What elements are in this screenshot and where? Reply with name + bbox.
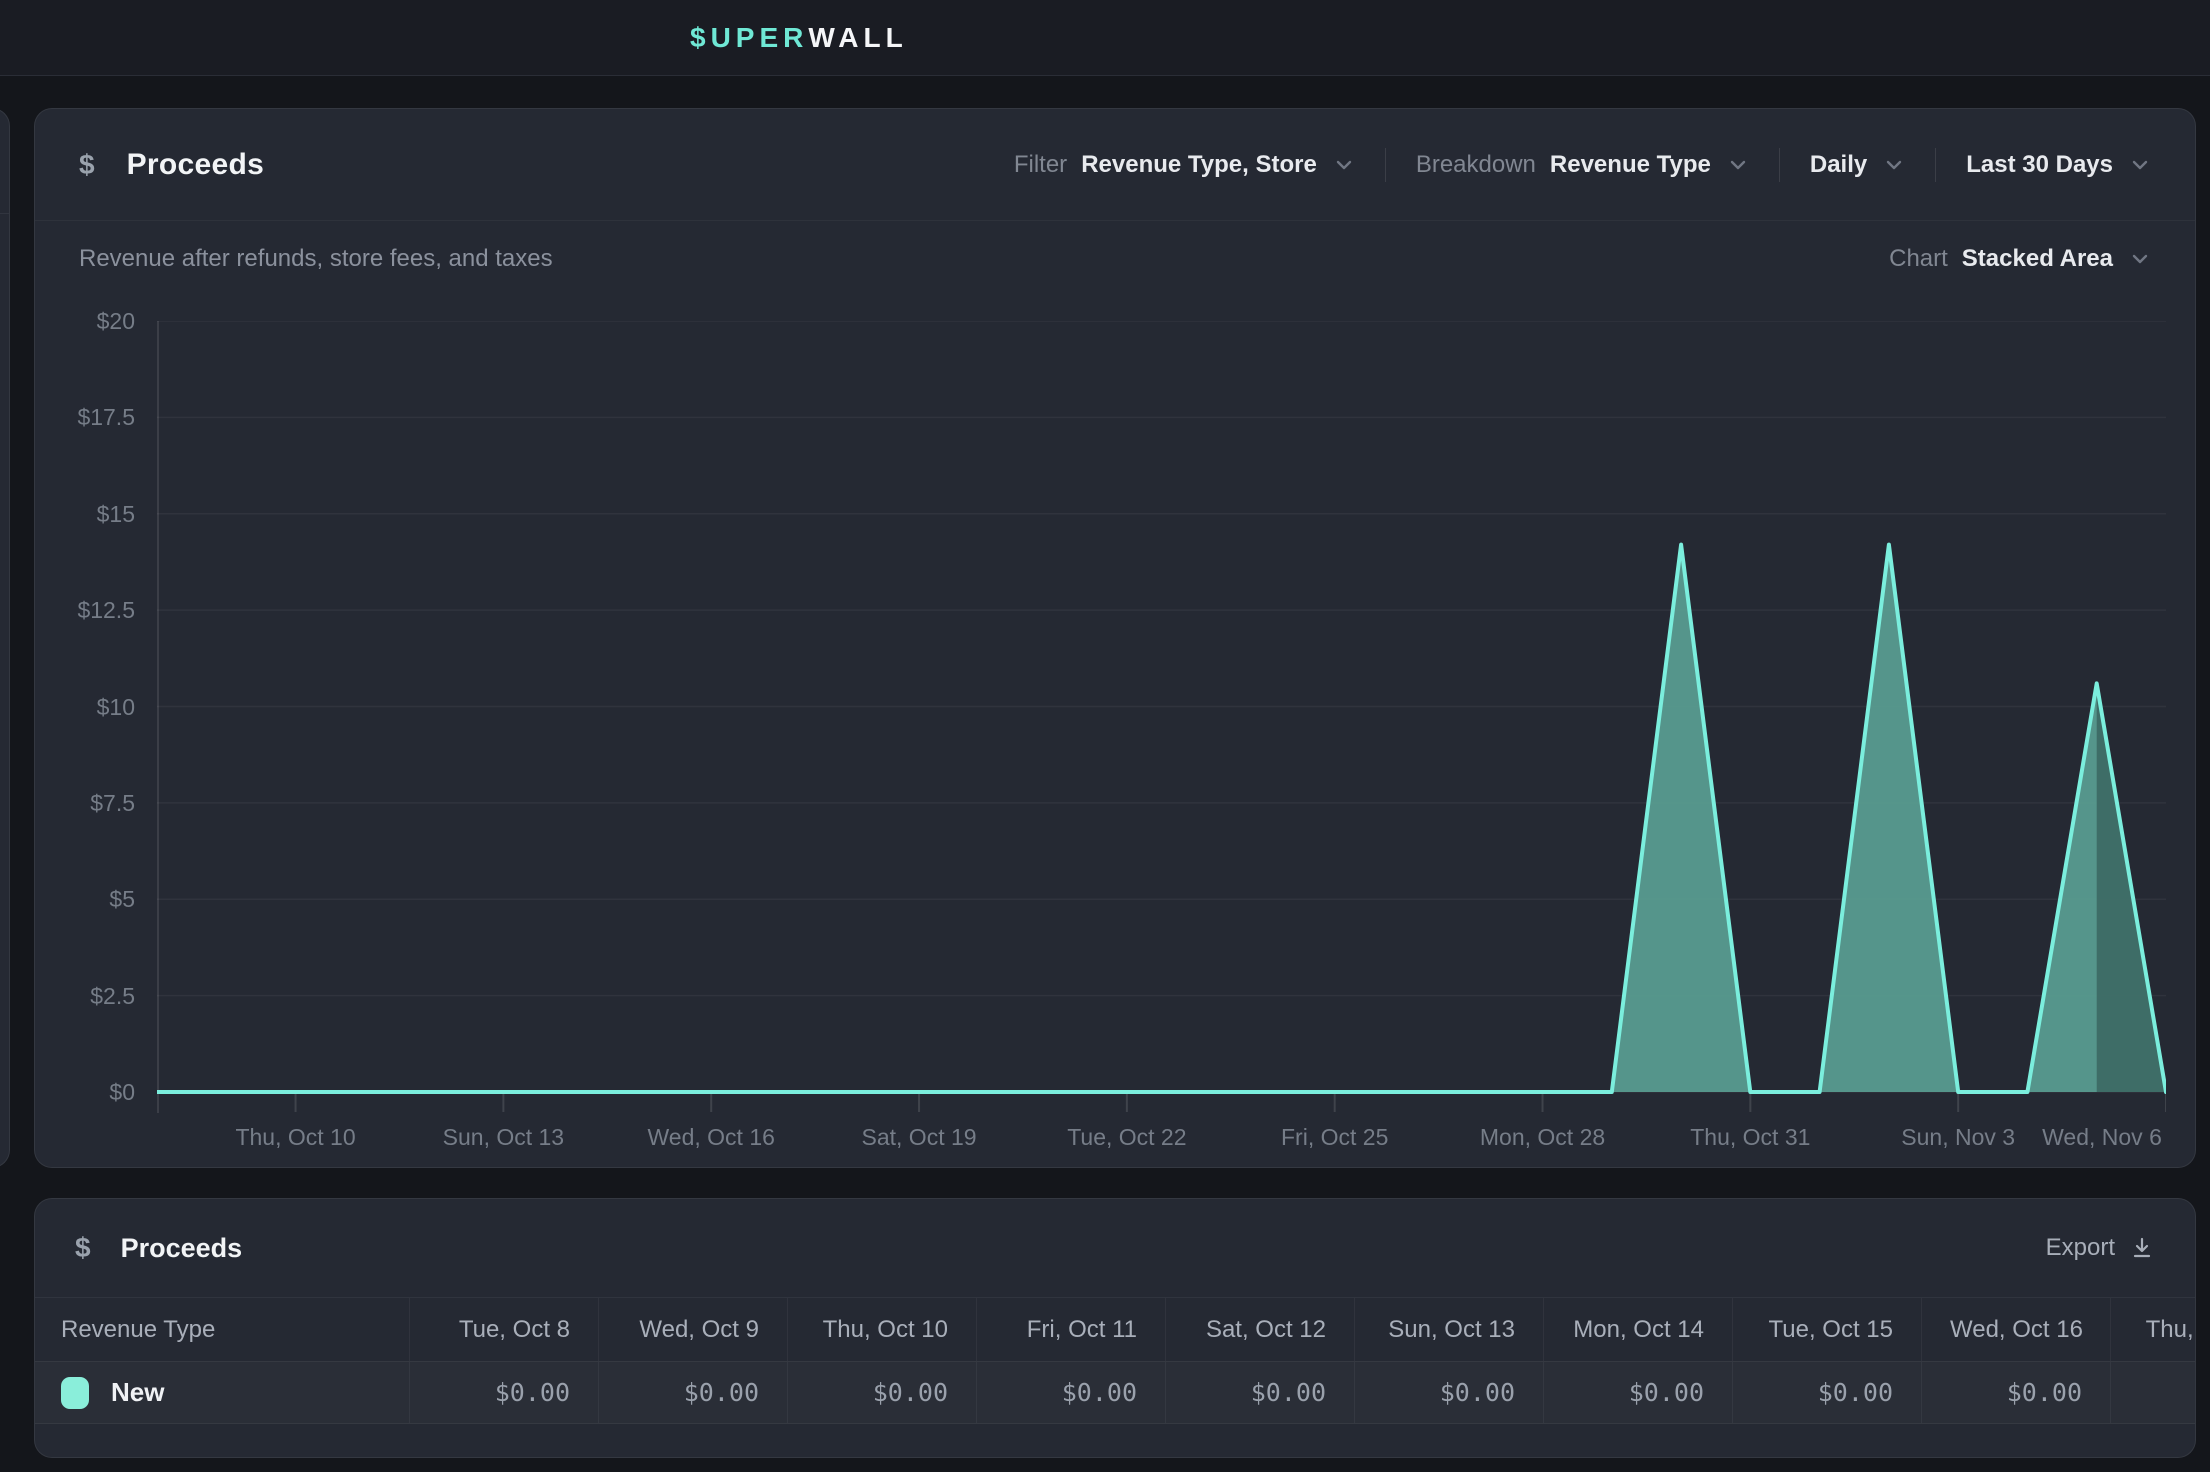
column-header-date: Wed, Oct 9 xyxy=(598,1298,787,1361)
filter-label: Filter xyxy=(1014,151,1067,179)
x-tick-label: Wed, Oct 16 xyxy=(647,1122,774,1152)
x-tick-label: Fri, Oct 25 xyxy=(1281,1122,1388,1152)
proceeds-chart-card: $ Proceeds Filter Revenue Type, Store Br… xyxy=(34,108,2196,1168)
filter-dropdown[interactable]: Filter Revenue Type, Store xyxy=(1014,151,1355,179)
table-row: New$0.00$0.00$0.00$0.00$0.00$0.00$0.00$0… xyxy=(35,1361,2195,1424)
x-tick-label: Thu, Oct 31 xyxy=(1690,1122,1810,1152)
value-cell: $0.00 xyxy=(598,1362,787,1423)
value-cell: $0.00 xyxy=(1732,1362,1921,1423)
chart-card-header: $ Proceeds Filter Revenue Type, Store Br… xyxy=(35,109,2195,221)
value-cell: $0.00 xyxy=(409,1362,598,1423)
table-card-title: Proceeds xyxy=(121,1233,243,1264)
chevron-down-icon xyxy=(1333,154,1355,176)
stacked-area-chart xyxy=(157,321,2166,1121)
x-axis-labels: Thu, Oct 10 Sun, Oct 13 Wed, Oct 16 Sat, Oc… xyxy=(157,1122,2166,1152)
value-cell: $0.00 xyxy=(1921,1362,2110,1423)
x-tick-label: Mon, Oct 28 xyxy=(1480,1122,1605,1152)
value-cell: $0.00 xyxy=(1354,1362,1543,1423)
y-axis-labels: $20$17.5$15$12.5$10$7.5$5$2.5$0 xyxy=(35,321,135,1121)
chart-subheader: Revenue after refunds, store fees, and t… xyxy=(35,239,2195,279)
proceeds-table-card: $ Proceeds Export Revenue TypeTue, Oct 8… xyxy=(34,1198,2196,1458)
dollar-icon: $ xyxy=(75,1232,91,1264)
value-cell: $0.00 xyxy=(2110,1362,2196,1423)
chevron-down-icon xyxy=(2129,248,2151,270)
value-cell: $0.00 xyxy=(787,1362,976,1423)
y-tick-label: $0 xyxy=(35,1078,135,1106)
column-header-date: Thu, Oct 17 xyxy=(2110,1298,2196,1361)
chart-canvas xyxy=(157,321,2166,1121)
granularity-dropdown[interactable]: Daily xyxy=(1810,151,1905,179)
divider xyxy=(0,213,9,214)
row-label-cell: New xyxy=(35,1362,409,1423)
chevron-down-icon xyxy=(2129,154,2151,176)
topbar: $UPERWALL xyxy=(0,0,2210,76)
y-tick-label: $12.5 xyxy=(35,596,135,624)
y-tick-label: $15 xyxy=(35,500,135,528)
export-button[interactable]: Export xyxy=(2046,1234,2155,1262)
x-tick-label: Tue, Oct 22 xyxy=(1067,1122,1186,1152)
chart-type-dropdown[interactable]: Chart Stacked Area xyxy=(1889,245,2151,273)
column-header-revenue-type: Revenue Type xyxy=(35,1298,409,1361)
value-cell: $0.00 xyxy=(976,1362,1165,1423)
card-title: Proceeds xyxy=(127,148,264,182)
column-header-date: Tue, Oct 8 xyxy=(409,1298,598,1361)
divider xyxy=(1935,148,1936,182)
column-header-date: Mon, Oct 14 xyxy=(1543,1298,1732,1361)
logo-accent: $UPER xyxy=(690,22,808,54)
dollar-icon: $ xyxy=(79,149,95,181)
x-tick-label: Thu, Oct 10 xyxy=(235,1122,355,1152)
y-tick-label: $7.5 xyxy=(35,789,135,817)
column-header-date: Tue, Oct 15 xyxy=(1732,1298,1921,1361)
chart-subtitle: Revenue after refunds, store fees, and t… xyxy=(79,245,553,273)
download-icon xyxy=(2129,1235,2155,1261)
y-tick-label: $17.5 xyxy=(35,403,135,431)
y-tick-label: $10 xyxy=(35,693,135,721)
filter-value: Revenue Type, Store xyxy=(1081,151,1317,179)
column-header-date: Sun, Oct 13 xyxy=(1354,1298,1543,1361)
x-tick-label: Sun, Nov 3 xyxy=(1901,1122,2015,1152)
x-tick-label: Sun, Oct 13 xyxy=(443,1122,564,1152)
chart-type-value: Stacked Area xyxy=(1962,245,2113,273)
range-value: Last 30 Days xyxy=(1966,151,2113,179)
y-tick-label: $20 xyxy=(35,307,135,335)
x-tick-label: Sat, Oct 19 xyxy=(862,1122,977,1152)
series-name: New xyxy=(111,1377,164,1408)
series-color-swatch xyxy=(61,1377,89,1409)
superwall-logo[interactable]: $UPERWALL xyxy=(690,0,908,76)
adjacent-card-edge xyxy=(0,108,10,1168)
value-cell: $0.00 xyxy=(1165,1362,1354,1423)
y-tick-label: $5 xyxy=(35,885,135,913)
proceeds-table: Revenue TypeTue, Oct 8Wed, Oct 9Thu, Oct… xyxy=(35,1298,2195,1424)
divider xyxy=(1385,148,1386,182)
table-header-row: Revenue TypeTue, Oct 8Wed, Oct 9Thu, Oct… xyxy=(35,1298,2195,1361)
column-header-date: Wed, Oct 16 xyxy=(1921,1298,2110,1361)
breakdown-label: Breakdown xyxy=(1416,151,1536,179)
table-body: New$0.00$0.00$0.00$0.00$0.00$0.00$0.00$0… xyxy=(35,1361,2195,1424)
date-range-dropdown[interactable]: Last 30 Days xyxy=(1966,151,2151,179)
chevron-down-icon xyxy=(1727,154,1749,176)
export-label: Export xyxy=(2046,1234,2115,1262)
divider xyxy=(1779,148,1780,182)
y-tick-label: $2.5 xyxy=(35,982,135,1010)
value-cell: $0.00 xyxy=(1543,1362,1732,1423)
x-tick-label: Wed, Nov 6 xyxy=(2042,1122,2162,1152)
table-card-header: $ Proceeds Export xyxy=(35,1199,2195,1298)
column-header-date: Thu, Oct 10 xyxy=(787,1298,976,1361)
column-header-date: Fri, Oct 11 xyxy=(976,1298,1165,1361)
breakdown-dropdown[interactable]: Breakdown Revenue Type xyxy=(1416,151,1749,179)
chart-type-label: Chart xyxy=(1889,245,1948,273)
logo-rest: WALL xyxy=(808,22,907,54)
granularity-value: Daily xyxy=(1810,151,1867,179)
breakdown-value: Revenue Type xyxy=(1550,151,1711,179)
column-header-date: Sat, Oct 12 xyxy=(1165,1298,1354,1361)
chevron-down-icon xyxy=(1883,154,1905,176)
